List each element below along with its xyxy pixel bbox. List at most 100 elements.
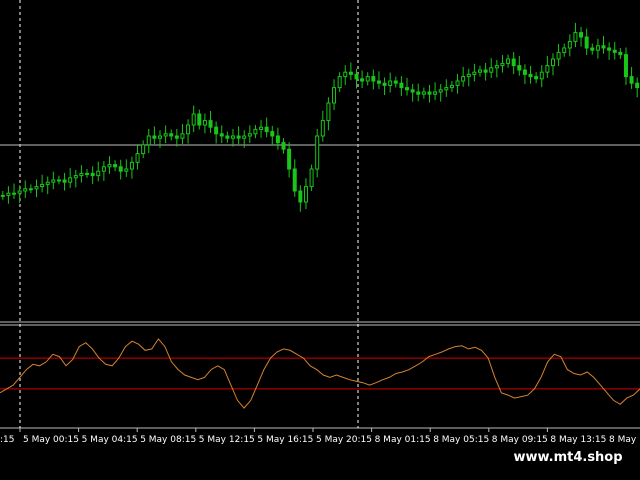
candle-body[interactable] <box>410 89 415 93</box>
candle-body[interactable] <box>96 170 101 177</box>
candle-body[interactable] <box>281 142 286 150</box>
candle-body[interactable] <box>506 58 511 64</box>
candle-body[interactable] <box>197 113 202 126</box>
candle-body[interactable] <box>275 135 280 144</box>
candle-body[interactable] <box>259 126 264 130</box>
candle-body[interactable] <box>635 82 640 89</box>
candle-body[interactable] <box>247 133 252 137</box>
candle-body[interactable] <box>584 36 589 49</box>
candle-body[interactable] <box>567 40 572 49</box>
candle-body[interactable] <box>629 76 634 84</box>
candle-body[interactable] <box>163 133 168 137</box>
candle-body[interactable] <box>550 58 555 67</box>
candle-body[interactable] <box>618 51 623 56</box>
candle-body[interactable] <box>101 166 106 172</box>
candle-body[interactable] <box>6 192 11 196</box>
candle-body[interactable] <box>129 161 134 170</box>
candle-body[interactable] <box>141 144 146 155</box>
candle-body[interactable] <box>388 80 393 86</box>
candle-body[interactable] <box>287 148 292 170</box>
candle-body[interactable] <box>292 168 297 192</box>
candle-body[interactable] <box>225 135 230 139</box>
candle-body[interactable] <box>17 190 22 194</box>
candle-body[interactable] <box>382 82 387 86</box>
candle-body[interactable] <box>28 188 33 191</box>
candle-body[interactable] <box>371 76 376 82</box>
candle-body[interactable] <box>113 164 118 168</box>
candle-body[interactable] <box>511 58 516 67</box>
candle-body[interactable] <box>135 153 140 163</box>
candle-body[interactable] <box>146 135 151 146</box>
candle-body[interactable] <box>230 135 235 139</box>
candle-body[interactable] <box>253 128 258 135</box>
candle-body[interactable] <box>348 71 353 75</box>
candle-body[interactable] <box>337 76 342 89</box>
candle-body[interactable] <box>0 194 5 197</box>
candle-body[interactable] <box>34 186 39 190</box>
candle-body[interactable] <box>270 131 275 137</box>
candle-body[interactable] <box>320 120 325 137</box>
candle-body[interactable] <box>85 172 90 175</box>
candle-body[interactable] <box>191 113 196 126</box>
candle-body[interactable] <box>62 179 67 183</box>
candle-body[interactable] <box>455 80 460 86</box>
candle-body[interactable] <box>186 124 191 135</box>
candle-body[interactable] <box>528 73 533 78</box>
candle-body[interactable] <box>438 89 443 93</box>
candle-body[interactable] <box>376 80 381 84</box>
candle-body[interactable] <box>539 71 544 80</box>
candle-body[interactable] <box>405 87 410 91</box>
candle-body[interactable] <box>545 65 550 73</box>
candle-body[interactable] <box>466 73 471 78</box>
chart-canvas[interactable]: :15 5 May 00:15 5 May 04:15 5 May 08:15 5 M… <box>0 0 640 480</box>
candle-body[interactable] <box>303 186 308 203</box>
candle-body[interactable] <box>45 181 50 185</box>
candle-body[interactable] <box>534 76 539 80</box>
candle-body[interactable] <box>522 69 527 75</box>
candle-body[interactable] <box>489 67 494 73</box>
candle-body[interactable] <box>79 172 84 177</box>
candle-body[interactable] <box>152 135 157 139</box>
candle-body[interactable] <box>595 45 600 51</box>
candle-body[interactable] <box>433 91 438 95</box>
candle-body[interactable] <box>298 190 303 203</box>
chart-window[interactable]: :15 5 May 00:15 5 May 04:15 5 May 08:15 5 M… <box>0 0 640 480</box>
candle-body[interactable] <box>573 32 578 42</box>
candle-body[interactable] <box>590 47 595 51</box>
candle-body[interactable] <box>56 179 61 182</box>
candle-body[interactable] <box>623 54 628 78</box>
candle-body[interactable] <box>483 69 488 73</box>
candle-body[interactable] <box>607 47 612 51</box>
candle-body[interactable] <box>174 135 179 139</box>
candle-body[interactable] <box>169 133 174 137</box>
candle-body[interactable] <box>236 135 241 139</box>
candle-body[interactable] <box>219 133 224 137</box>
candle-body[interactable] <box>562 47 567 53</box>
candle-body[interactable] <box>309 168 314 188</box>
candle-body[interactable] <box>315 135 320 170</box>
candle-body[interactable] <box>399 82 404 89</box>
candle-body[interactable] <box>579 32 584 38</box>
candle-body[interactable] <box>612 49 617 53</box>
candle-body[interactable] <box>517 65 522 71</box>
candle-body[interactable] <box>326 102 331 122</box>
candle-body[interactable] <box>416 91 421 95</box>
candle-body[interactable] <box>354 73 359 80</box>
candle-body[interactable] <box>12 192 17 195</box>
candle-body[interactable] <box>343 71 348 78</box>
candle-body[interactable] <box>118 166 123 172</box>
candle-body[interactable] <box>427 91 432 95</box>
candle-body[interactable] <box>90 172 95 177</box>
oscillator-line[interactable] <box>0 338 640 409</box>
candle-body[interactable] <box>264 126 269 133</box>
candle-body[interactable] <box>556 51 561 60</box>
candle-body[interactable] <box>449 84 454 89</box>
candle-body[interactable] <box>124 168 129 172</box>
candle-body[interactable] <box>500 62 505 67</box>
candle-body[interactable] <box>421 91 426 95</box>
candle-body[interactable] <box>478 69 482 73</box>
candle-body[interactable] <box>332 87 337 104</box>
candle-body[interactable] <box>360 78 365 82</box>
candle-body[interactable] <box>472 71 477 75</box>
candle-body[interactable] <box>208 120 213 128</box>
